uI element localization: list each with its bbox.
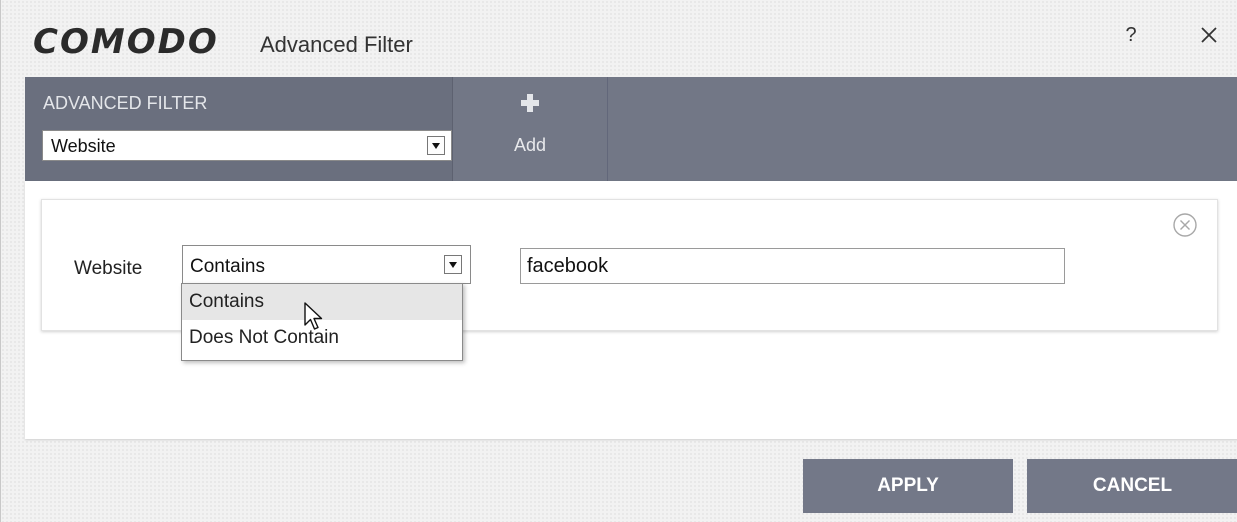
close-icon	[1201, 27, 1217, 43]
dropdown-arrow-icon	[444, 255, 462, 274]
help-button[interactable]: ?	[1119, 20, 1143, 50]
advanced-filter-window: COMODO Advanced Filter ? ADVANCED FILTER…	[0, 0, 1237, 522]
filter-type-select[interactable]: Website	[42, 130, 452, 161]
comodo-logo: COMODO	[33, 22, 219, 62]
close-button[interactable]	[1197, 20, 1223, 50]
remove-circle-icon	[1173, 213, 1197, 237]
toolbar: ADVANCED FILTER Website Add	[25, 77, 1237, 181]
add-label: Add	[513, 135, 547, 155]
cancel-button[interactable]: CANCEL	[1027, 459, 1237, 513]
condition-value: Contains	[190, 256, 265, 277]
add-button[interactable]: Add	[453, 77, 608, 181]
dropdown-arrow-icon	[427, 136, 445, 155]
filter-type-value: Website	[51, 136, 116, 156]
window-title: Advanced Filter	[260, 32, 413, 57]
mouse-cursor-icon	[304, 302, 323, 330]
advanced-filter-section: ADVANCED FILTER Website	[25, 77, 453, 181]
criteria-field-label: Website	[74, 258, 143, 279]
filter-value-input[interactable]	[520, 248, 1065, 284]
remove-criteria-button[interactable]	[1172, 212, 1198, 238]
apply-button[interactable]: APPLY	[803, 459, 1013, 513]
advanced-filter-label: ADVANCED FILTER	[43, 93, 208, 113]
plus-icon	[521, 94, 539, 112]
condition-select[interactable]: Contains	[182, 245, 471, 284]
